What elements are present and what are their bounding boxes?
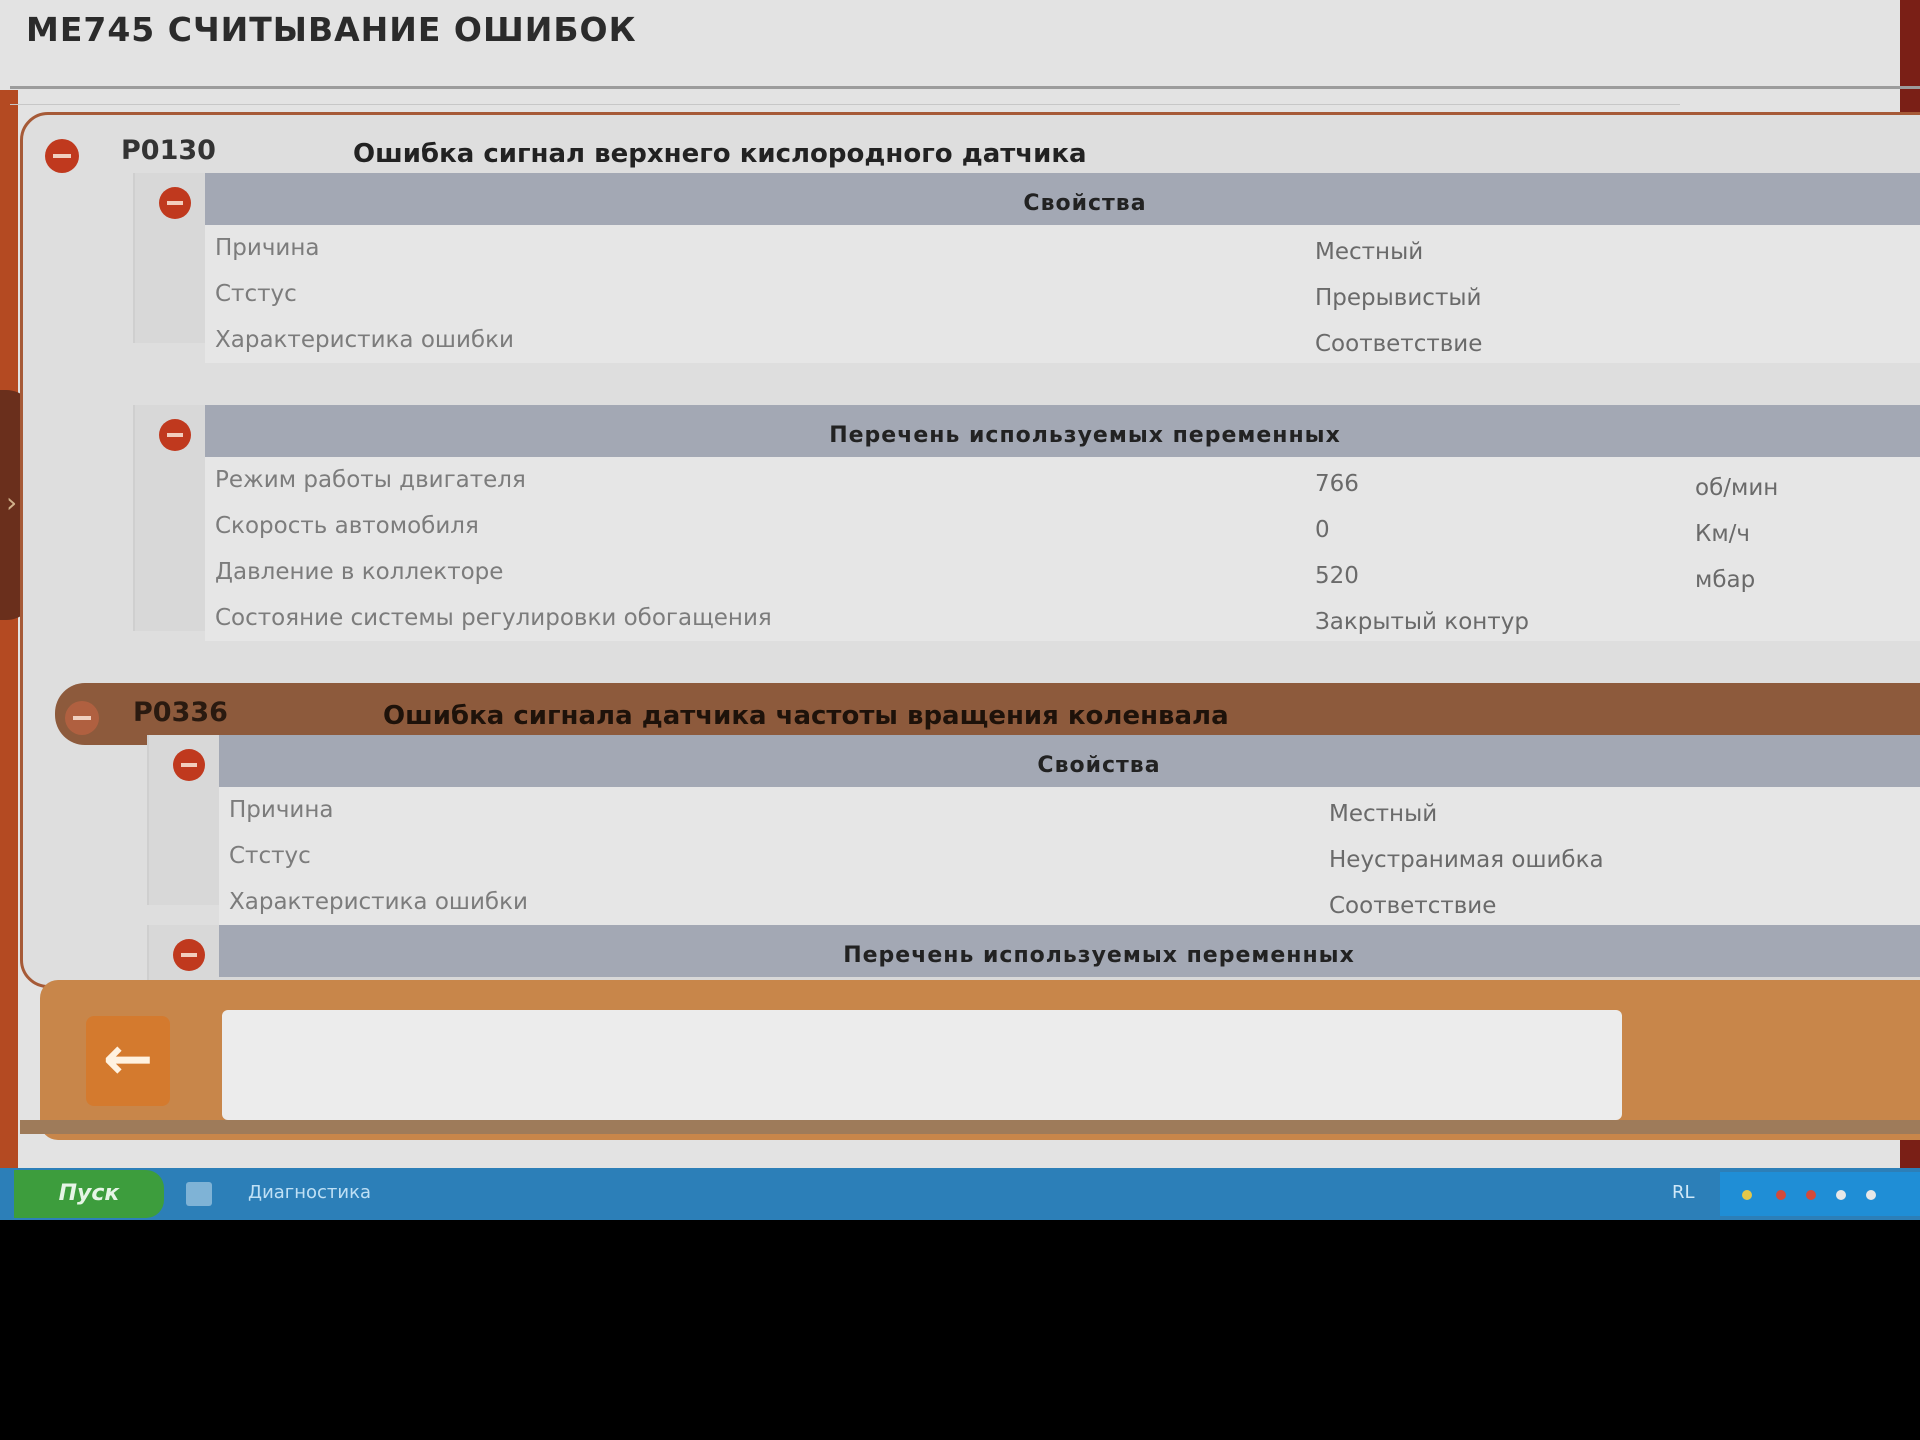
property-value: Местный bbox=[1329, 801, 1438, 827]
variable-value: 520 bbox=[1315, 563, 1359, 589]
application-window: › ME745 СЧИТЫВАНИЕ ОШИБОК P0130 Ошибка с… bbox=[0, 0, 1920, 1220]
back-button[interactable]: ← bbox=[86, 1016, 170, 1106]
divider bbox=[10, 104, 1680, 105]
arrow-left-icon: ← bbox=[102, 1024, 154, 1094]
properties-section: Свойства Причина Местный Стстус Неустран… bbox=[147, 735, 1920, 925]
section-heading: Перечень используемых переменных bbox=[205, 405, 1920, 457]
property-value: Неустранимая ошибка bbox=[1329, 847, 1604, 873]
collapse-icon[interactable] bbox=[173, 939, 205, 971]
system-tray bbox=[1720, 1172, 1920, 1216]
variables-section: Перечень используемых переменных Режим р… bbox=[133, 405, 1920, 641]
language-indicator[interactable]: RL bbox=[1672, 1182, 1695, 1203]
collapse-icon[interactable] bbox=[159, 419, 191, 451]
property-row: Причина Местный bbox=[205, 225, 1920, 273]
property-value: Прерывистый bbox=[1315, 285, 1482, 311]
fault-code: P0130 bbox=[121, 135, 216, 166]
variable-value: Закрытый контур bbox=[1315, 609, 1529, 635]
variable-unit: Км/ч bbox=[1695, 521, 1751, 547]
fault-description: Ошибка сигнала датчика частоты вращения … bbox=[383, 701, 1229, 731]
variable-row: Состояние системы регулировки обогащения… bbox=[205, 595, 1920, 641]
variable-row: Давление в коллекторе 520 мбар bbox=[205, 549, 1920, 597]
collapse-icon[interactable] bbox=[45, 139, 79, 173]
property-row: Характеристика ошибки Соответствие bbox=[219, 879, 1920, 925]
property-row: Причина Местный bbox=[219, 787, 1920, 835]
property-label: Характеристика ошибки bbox=[215, 327, 514, 353]
fault-list-panel: P0130 Ошибка сигнал верхнего кислородног… bbox=[20, 112, 1920, 988]
status-strip bbox=[20, 1120, 1920, 1134]
property-label: Стстус bbox=[229, 843, 311, 869]
properties-section: Свойства Причина Местный Стстус Прерывис… bbox=[133, 173, 1920, 363]
variable-label: Давление в коллекторе bbox=[215, 559, 504, 585]
property-value: Местный bbox=[1315, 239, 1424, 265]
property-label: Стстус bbox=[215, 281, 297, 307]
property-row: Стстус Неустранимая ошибка bbox=[219, 833, 1920, 881]
section-heading: Перечень используемых переменных bbox=[219, 925, 1920, 977]
property-value: Соответствие bbox=[1329, 893, 1497, 919]
message-box bbox=[222, 1010, 1622, 1120]
variable-value: 766 bbox=[1315, 471, 1359, 497]
fault-description: Ошибка сигнал верхнего кислородного датч… bbox=[353, 139, 1087, 169]
section-heading: Свойства bbox=[219, 735, 1920, 787]
variable-row: Режим работы двигателя 766 об/мин bbox=[205, 457, 1920, 505]
collapse-icon[interactable] bbox=[159, 187, 191, 219]
collapse-icon[interactable] bbox=[65, 701, 99, 735]
variable-value: 0 bbox=[1315, 517, 1330, 543]
left-frame bbox=[0, 90, 18, 1170]
property-row: Стстус Прерывистый bbox=[205, 271, 1920, 319]
network-icon[interactable] bbox=[1866, 1190, 1876, 1200]
section-heading: Свойства bbox=[205, 173, 1920, 225]
tray-icon[interactable] bbox=[1776, 1190, 1786, 1200]
variable-label: Состояние системы регулировки обогащения bbox=[215, 605, 772, 631]
taskbar-item[interactable]: Диагностика bbox=[248, 1182, 371, 1203]
divider bbox=[10, 86, 1920, 89]
footer-bar: ← bbox=[40, 980, 1920, 1140]
chevron-right-icon: › bbox=[6, 486, 18, 519]
property-label: Причина bbox=[229, 797, 334, 823]
variable-label: Скорость автомобиля bbox=[215, 513, 479, 539]
variable-row: Скорость автомобиля 0 Км/ч bbox=[205, 503, 1920, 551]
property-value: Соответствие bbox=[1315, 331, 1483, 357]
variable-label: Режим работы двигателя bbox=[215, 467, 526, 493]
tray-icon[interactable] bbox=[1806, 1190, 1816, 1200]
desktop-icon[interactable] bbox=[186, 1182, 212, 1206]
collapse-icon[interactable] bbox=[173, 749, 205, 781]
property-row: Характеристика ошибки Соответствие bbox=[205, 317, 1920, 363]
page-title: ME745 СЧИТЫВАНИЕ ОШИБОК bbox=[26, 10, 637, 49]
tray-icon[interactable] bbox=[1742, 1190, 1752, 1200]
volume-icon[interactable] bbox=[1836, 1190, 1846, 1200]
variable-unit: об/мин bbox=[1695, 475, 1779, 501]
start-button[interactable]: Пуск bbox=[14, 1170, 164, 1218]
fault-code: P0336 bbox=[133, 697, 228, 728]
variables-section: Перечень используемых переменных bbox=[147, 925, 1920, 985]
taskbar: Пуск Диагностика RL bbox=[0, 1168, 1920, 1220]
property-label: Причина bbox=[215, 235, 320, 261]
variable-unit: мбар bbox=[1695, 567, 1756, 593]
property-label: Характеристика ошибки bbox=[229, 889, 528, 915]
